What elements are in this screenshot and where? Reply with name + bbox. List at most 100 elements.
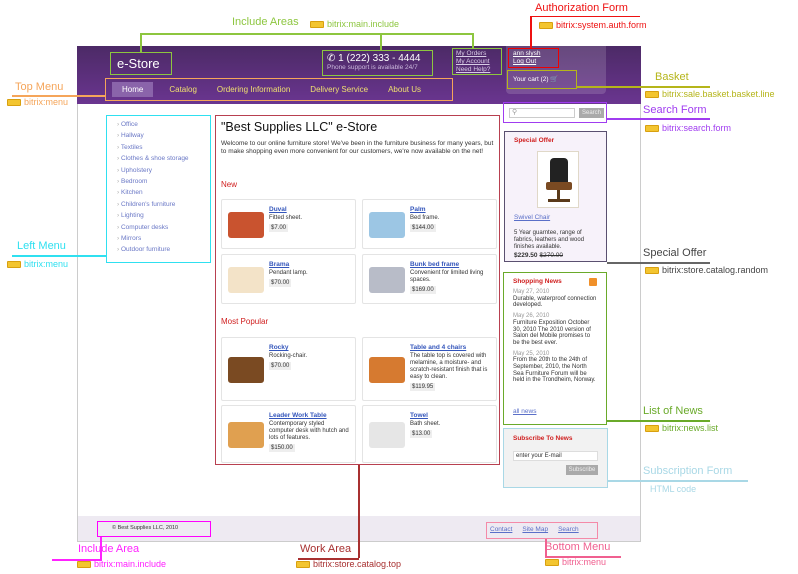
all-news-link[interactable]: all news [513, 408, 536, 415]
component-top-menu: bitrix:menu [7, 97, 68, 107]
product-image[interactable] [369, 357, 405, 383]
top-menu-delivery[interactable]: Delivery Service [300, 82, 378, 97]
connector-line [12, 255, 106, 257]
component-bottom-menu: bitrix:menu [545, 557, 606, 567]
product-link[interactable]: Rocky [269, 344, 351, 351]
connector-line [608, 480, 748, 482]
product-info: Towel Bath sheet. $13.00 [410, 412, 492, 438]
product-info: Duval Fitted sheet. $7.00 [269, 206, 351, 232]
bottom-menu-search[interactable]: Search [558, 526, 579, 535]
component-icon [645, 90, 659, 98]
price: $229.50 [514, 252, 538, 259]
left-menu-item[interactable]: Upholstery [117, 165, 210, 176]
copyright: © Best Supplies LLC, 2010 [97, 521, 211, 537]
product-price: $7.00 [269, 224, 289, 232]
top-menu-catalog[interactable]: Catalog [159, 82, 207, 97]
left-menu-item[interactable]: Computer desks [117, 222, 210, 233]
product-card: Brama Pendant lamp. $70.00 [221, 254, 356, 304]
component-search-form: bitrix:search.form [645, 123, 731, 133]
left-menu-item[interactable]: Bedroom [117, 176, 210, 187]
product-card: Towel Bath sheet. $13.00 [362, 405, 497, 463]
top-menu-ordering[interactable]: Ordering Information [207, 82, 300, 97]
left-menu-item[interactable]: Office [117, 119, 210, 130]
top-menu-home[interactable]: Home [112, 82, 154, 97]
component-name: bitrix:menu [24, 97, 69, 107]
product-link[interactable]: Brama [269, 261, 351, 268]
left-menu-item[interactable]: Hallway [117, 130, 210, 141]
product-link[interactable]: Towel [410, 412, 492, 419]
product-link[interactable]: Palm [410, 206, 492, 213]
component-icon [77, 560, 91, 568]
top-menu-about[interactable]: About Us [378, 82, 431, 97]
bottom-menu-contact[interactable]: Contact [490, 526, 512, 535]
product-price: $70.00 [269, 362, 292, 370]
product-description: Bed frame. [410, 215, 440, 221]
product-link[interactable]: Bunk bed frame [410, 261, 492, 268]
connector-line [607, 262, 710, 264]
cart-label: Your cart (2) [513, 76, 549, 83]
product-price: $144.00 [410, 224, 436, 232]
left-menu-item[interactable]: Textiles [117, 142, 210, 153]
product-card: Table and 4 chairs The table top is cover… [362, 337, 497, 401]
email-input[interactable]: enter your E-mail [513, 451, 598, 461]
product-link[interactable]: Leader Work Table [269, 412, 351, 419]
logo[interactable]: e-Store [110, 52, 172, 75]
product-link[interactable]: Table and 4 chairs [410, 344, 492, 351]
left-menu-item[interactable]: Lighting [117, 210, 210, 221]
logout-link[interactable]: Log Out [513, 58, 554, 66]
phone-include: ✆ 1 (222) 333 - 4444 Phone support is av… [322, 50, 433, 76]
product-link[interactable]: Duval [269, 206, 351, 213]
my-account-link[interactable]: My Account [456, 58, 498, 66]
product-description: Rocking-chair. [269, 353, 308, 359]
product-image[interactable] [228, 212, 264, 238]
search-input[interactable]: ⚲ [509, 108, 575, 118]
connector-line [140, 33, 472, 35]
search-button[interactable]: Search [579, 108, 604, 118]
rss-icon[interactable] [589, 278, 597, 286]
news-item: May 27, 2010 Durable, waterproof connecti… [513, 289, 597, 309]
auth-form: ann slysh Log Out [508, 48, 559, 68]
product-card: Bunk bed frame Convenient for limited liv… [362, 254, 497, 304]
bottom-menu-sitemap[interactable]: Site Map [522, 526, 548, 535]
annotation-top-menu: Top Menu [15, 81, 64, 93]
user-link[interactable]: ann slysh [513, 50, 554, 58]
component-name: bitrix:search.form [662, 123, 732, 133]
product-image[interactable] [369, 212, 405, 238]
left-menu-item[interactable]: Mirrors [117, 233, 210, 244]
component-name: bitrix:main.include [327, 19, 400, 29]
component-name: bitrix:main.include [94, 559, 167, 569]
product-image[interactable] [369, 267, 405, 293]
product-image[interactable] [228, 357, 264, 383]
need-help-link[interactable]: Need Help? [456, 66, 498, 74]
news-text[interactable]: From the 20th to the 24th of September, … [513, 357, 597, 384]
news-item: May 26, 2010 Furniture Exposition October… [513, 313, 597, 347]
product-info: Table and 4 chairs The table top is cover… [410, 344, 492, 391]
product-image[interactable] [537, 151, 579, 208]
annotation-subscription: Subscription Form [643, 465, 733, 477]
left-menu-item[interactable]: Outdoor furniture [117, 244, 210, 255]
product-card: Rocky Rocking-chair. $70.00 [221, 337, 356, 401]
basket[interactable]: Your cart (2) 🛒 [507, 70, 577, 89]
component-name: bitrix:sale.basket.basket.line [662, 89, 775, 99]
product-image[interactable] [228, 267, 264, 293]
left-menu-item[interactable]: Children's furniture [117, 199, 210, 210]
product-image[interactable] [369, 422, 405, 448]
product-image[interactable] [228, 422, 264, 448]
component-icon [645, 266, 659, 274]
left-menu-item[interactable]: Clothes & shoe storage [117, 153, 210, 164]
product-description: 5 Year guarntee, range of fabrics, leath… [514, 230, 585, 250]
news-item: May 25, 2010 From the 20th to the 24th of… [513, 351, 597, 385]
annotation-auth-form: Authorization Form [535, 2, 628, 14]
left-menu-item[interactable]: Kitchen [117, 187, 210, 198]
connector-line [380, 33, 382, 50]
component-name: bitrix:store.catalog.top [313, 559, 402, 569]
my-orders-link[interactable]: My Orders [456, 50, 498, 58]
subscribe-button[interactable]: Subscribe [566, 465, 598, 475]
news-text[interactable]: Furniture Exposition October 30, 2010 Th… [513, 320, 597, 347]
work-area: "Best Supplies LLC" e-Store Welcome to o… [215, 115, 500, 465]
news-text[interactable]: Durable, waterproof connection developed… [513, 296, 597, 309]
component-include-area: bitrix:main.include [77, 559, 166, 569]
product-link[interactable]: Swivel Chair [514, 214, 550, 221]
product-description: Bath sheet. [410, 421, 441, 427]
search-form: ⚲ Search [503, 102, 607, 123]
